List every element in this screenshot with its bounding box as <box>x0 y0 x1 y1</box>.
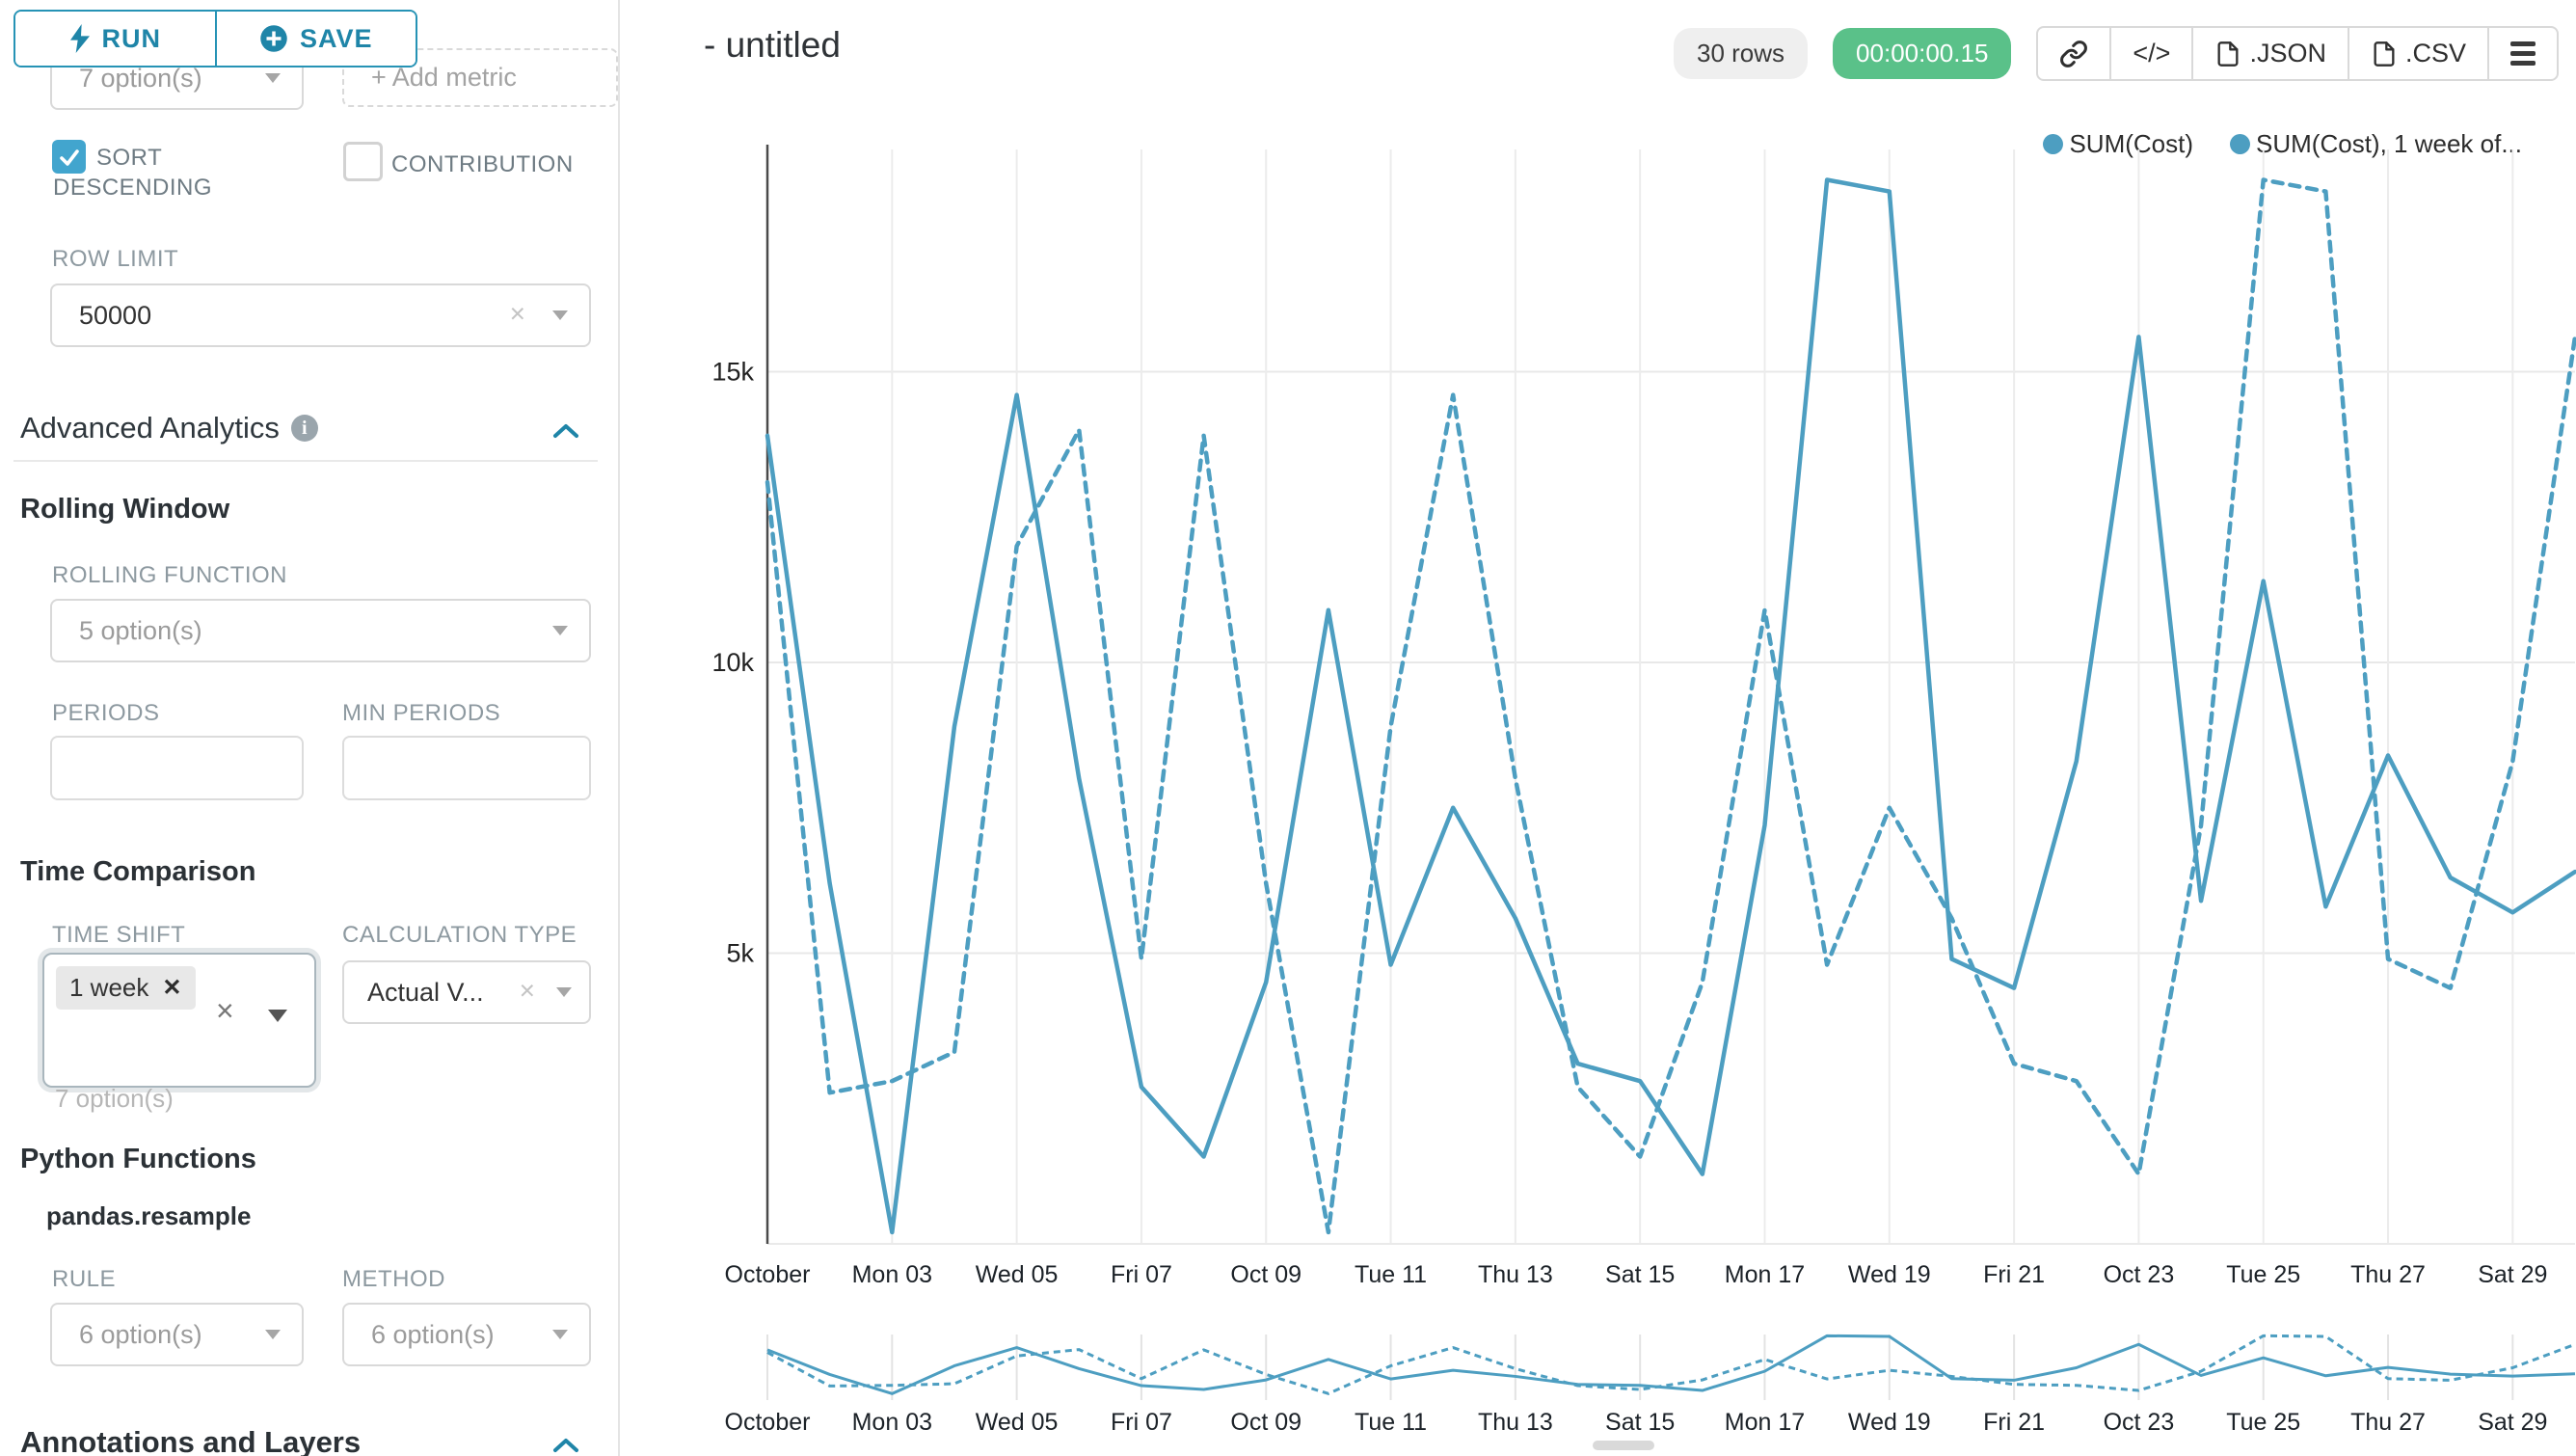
svg-text:Wed 05: Wed 05 <box>976 1409 1059 1436</box>
time-series-line-chart[interactable]: 5k 10k 15k October October Mon 03 Mon 03 Wed 05… <box>619 0 2576 1456</box>
svg-text:Wed 05: Wed 05 <box>976 1261 1059 1288</box>
min-periods-label: MIN PERIODS <box>342 700 500 727</box>
method-label: METHOD <box>342 1266 445 1293</box>
time-shift-tag-label: 1 week <box>69 973 148 1003</box>
advanced-analytics-title: Advanced Analytics <box>20 411 280 445</box>
preview-drag-handle[interactable] <box>1593 1441 1654 1450</box>
caret-down-icon <box>265 1330 281 1339</box>
svg-text:Mon 03: Mon 03 <box>852 1409 932 1436</box>
pandas-resample-label: pandas.resample <box>46 1201 251 1231</box>
info-icon: i <box>291 415 318 442</box>
rule-value: 6 option(s) <box>52 1320 202 1350</box>
metrics-select-value: 7 option(s) <box>52 64 202 94</box>
row-limit-label: ROW LIMIT <box>52 246 178 273</box>
svg-text:Fri 21: Fri 21 <box>1983 1261 2045 1288</box>
svg-text:Tue 11: Tue 11 <box>1355 1261 1427 1288</box>
min-periods-input[interactable] <box>344 738 589 798</box>
python-functions-title: Python Functions <box>20 1144 256 1175</box>
svg-text:Fri 07: Fri 07 <box>1111 1409 1172 1436</box>
rule-select[interactable]: 6 option(s) <box>50 1303 304 1366</box>
svg-text:5k: 5k <box>726 939 754 968</box>
caret-down-icon <box>265 73 281 83</box>
advanced-analytics-header[interactable]: Advanced Analytics i <box>20 411 318 445</box>
chevron-up-icon[interactable] <box>551 422 580 440</box>
svg-text:Oct 09: Oct 09 <box>1230 1409 1301 1436</box>
svg-text:Sat 29: Sat 29 <box>2478 1409 2547 1436</box>
svg-text:Sat 29: Sat 29 <box>2478 1261 2547 1288</box>
rolling-function-select[interactable]: 5 option(s) <box>50 599 591 662</box>
save-label: SAVE <box>300 24 373 54</box>
time-shift-hint: 7 option(s) <box>55 1084 174 1114</box>
caret-down-icon <box>556 987 572 997</box>
save-button[interactable]: SAVE <box>215 12 416 66</box>
periods-input[interactable] <box>52 738 302 798</box>
caret-down-icon[interactable] <box>268 1010 287 1022</box>
run-save-button-group: RUN SAVE <box>13 10 417 67</box>
svg-text:10k: 10k <box>711 648 754 677</box>
row-limit-value: 50000 <box>52 301 151 331</box>
time-comparison-title: Time Comparison <box>20 856 255 888</box>
svg-text:Mon 17: Mon 17 <box>1725 1261 1805 1288</box>
contribution-checkbox[interactable] <box>343 142 383 181</box>
superset-explore-app: 7 option(s) + Add metric RUN SAVE <box>0 0 2576 1456</box>
svg-text:Tue 11: Tue 11 <box>1355 1409 1427 1436</box>
method-select[interactable]: 6 option(s) <box>342 1303 591 1366</box>
contribution-label: CONTRIBUTION <box>391 149 574 179</box>
svg-text:Mon 17: Mon 17 <box>1725 1409 1805 1436</box>
caret-down-icon <box>552 1330 568 1339</box>
svg-text:Oct 23: Oct 23 <box>2104 1409 2175 1436</box>
calculation-type-value: Actual V... <box>344 978 484 1008</box>
svg-text:Tue 25: Tue 25 <box>2226 1409 2300 1436</box>
run-button[interactable]: RUN <box>15 12 215 66</box>
svg-text:Oct 09: Oct 09 <box>1230 1261 1301 1288</box>
min-periods-field-box <box>342 736 591 800</box>
time-shift-tag: 1 week ✕ <box>56 966 196 1010</box>
calculation-type-label: CALCULATION TYPE <box>342 922 577 949</box>
sort-descending-label: SORT DESCENDING <box>53 143 222 202</box>
svg-text:Thu 13: Thu 13 <box>1478 1409 1553 1436</box>
periods-field-box <box>50 736 304 800</box>
chevron-up-icon[interactable] <box>551 1437 580 1454</box>
svg-text:Thu 27: Thu 27 <box>2350 1409 2426 1436</box>
section-divider <box>13 460 598 462</box>
lightning-icon <box>69 24 91 53</box>
time-shift-multiselect[interactable]: 1 week ✕ × <box>42 953 316 1088</box>
svg-text:Mon 03: Mon 03 <box>852 1261 932 1288</box>
rule-label: RULE <box>52 1266 116 1293</box>
clear-icon[interactable]: × <box>520 976 535 1007</box>
clear-icon[interactable]: × <box>510 299 525 330</box>
time-shift-label: TIME SHIFT <box>52 922 185 949</box>
svg-text:Thu 13: Thu 13 <box>1478 1261 1553 1288</box>
svg-text:Tue 25: Tue 25 <box>2226 1261 2300 1288</box>
svg-text:Fri 07: Fri 07 <box>1111 1261 1172 1288</box>
tag-close-icon[interactable]: ✕ <box>162 974 181 1002</box>
run-label: RUN <box>102 24 162 54</box>
plus-circle-icon <box>259 24 288 53</box>
svg-text:Sat 15: Sat 15 <box>1605 1409 1675 1436</box>
svg-text:15k: 15k <box>711 358 754 387</box>
rolling-window-title: Rolling Window <box>20 494 229 526</box>
clear-icon[interactable]: × <box>216 993 234 1029</box>
svg-text:Wed 19: Wed 19 <box>1848 1409 1931 1436</box>
method-value: 6 option(s) <box>344 1320 495 1350</box>
control-panel: 7 option(s) + Add metric RUN SAVE <box>0 0 620 1456</box>
caret-down-icon <box>552 626 568 635</box>
rolling-function-value: 5 option(s) <box>52 616 202 646</box>
svg-text:Thu 27: Thu 27 <box>2350 1261 2426 1288</box>
row-limit-select[interactable]: 50000 × <box>50 283 591 347</box>
svg-text:Oct 23: Oct 23 <box>2104 1261 2175 1288</box>
periods-label: PERIODS <box>52 700 160 727</box>
calculation-type-select[interactable]: Actual V... × <box>342 960 591 1024</box>
annotations-layers-title: Annotations and Layers <box>20 1425 361 1456</box>
svg-text:Fri 21: Fri 21 <box>1983 1409 2045 1436</box>
svg-text:Sat 15: Sat 15 <box>1605 1261 1675 1288</box>
svg-text:Wed 19: Wed 19 <box>1848 1261 1931 1288</box>
rolling-function-label: ROLLING FUNCTION <box>52 562 287 589</box>
svg-text:October: October <box>725 1261 811 1288</box>
svg-text:October: October <box>725 1409 811 1436</box>
caret-down-icon <box>552 310 568 320</box>
